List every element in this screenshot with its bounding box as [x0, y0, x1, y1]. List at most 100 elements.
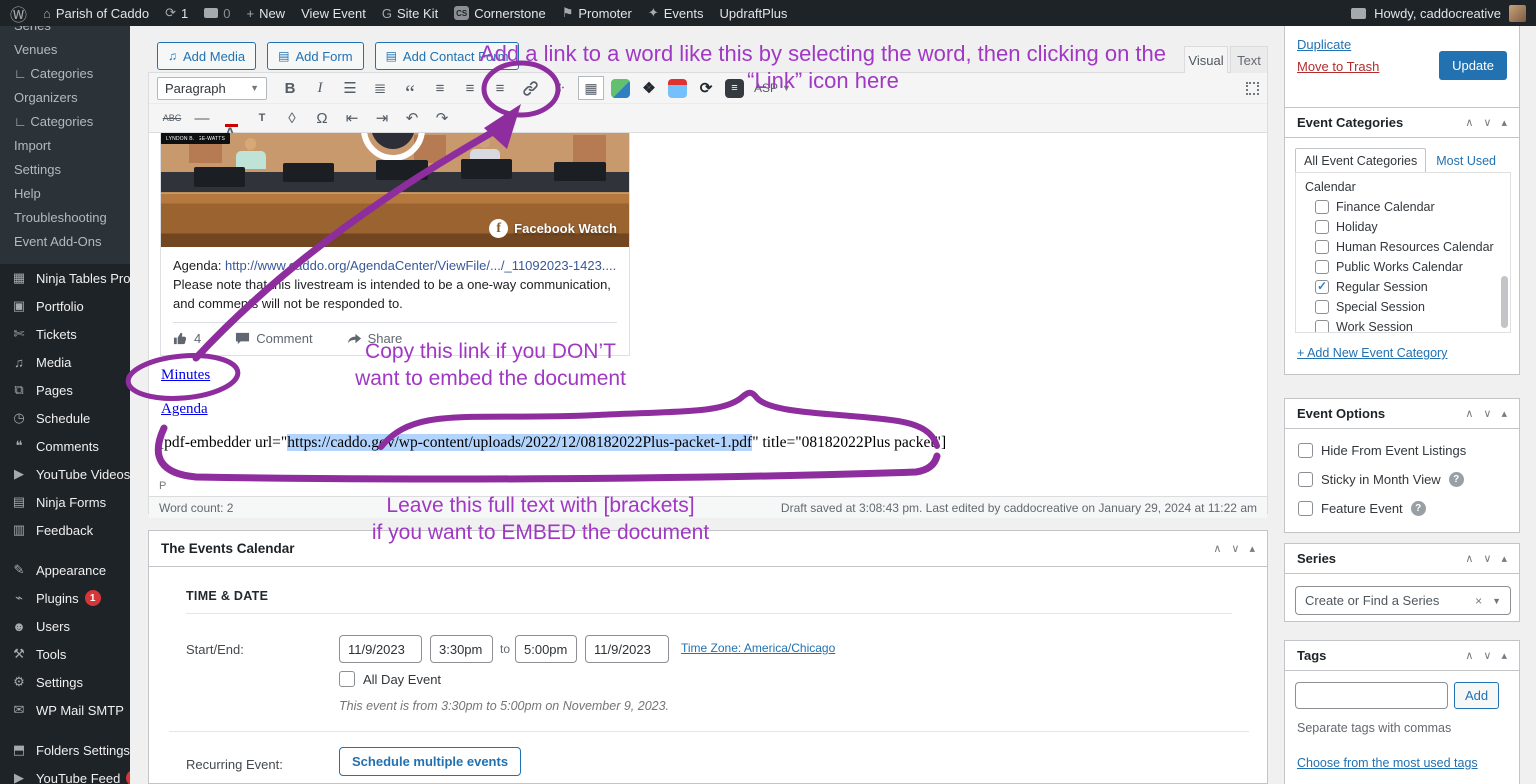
sidebar-item-settings[interactable]: ⚙ Settings [0, 668, 130, 696]
italic-icon[interactable]: I [305, 76, 335, 100]
tab-visual[interactable]: Visual [1184, 46, 1228, 73]
pdf-embedder-shortcode[interactable]: [pdf-embedder url="https://caddo.gov/wp-… [159, 434, 946, 452]
minutes-link[interactable]: Minutes [161, 367, 210, 384]
special-character-icon[interactable]: Ω [307, 106, 337, 130]
sidebar-item-wp-mail-smtp[interactable]: ✉ WP Mail SMTP [0, 696, 130, 724]
forms-plugin-icon[interactable]: ≡ [725, 79, 744, 98]
updates[interactable]: ⟳ 1 [165, 5, 188, 21]
add-new-category-link[interactable]: + Add New Event Category [1297, 346, 1447, 360]
category-item[interactable]: Special Session [1315, 300, 1510, 314]
bold-icon[interactable]: B [275, 76, 305, 100]
agenda-link[interactable]: Agenda [161, 401, 208, 418]
sidebar-item-tickets[interactable]: ✄ Tickets [0, 320, 130, 348]
duplicate-link[interactable]: Duplicate [1297, 37, 1379, 52]
end-date-input[interactable] [585, 635, 669, 663]
start-time-input[interactable] [430, 635, 493, 663]
bullet-list-icon[interactable]: ☰ [335, 76, 365, 100]
submenu-item[interactable]: Help [0, 182, 130, 206]
submenu-item[interactable]: Settings [0, 158, 130, 182]
move-to-trash-link[interactable]: Move to Trash [1297, 59, 1379, 74]
sidebar-item-media[interactable]: ♫ Media [0, 348, 130, 376]
keyboard-toolbar-icon[interactable]: ▦ [578, 76, 604, 100]
wp-logo-icon[interactable]: Ⓦ [10, 1, 27, 26]
clear-formatting-icon[interactable]: ◊ [277, 106, 307, 130]
text-color-icon[interactable]: A [217, 106, 247, 130]
like-button[interactable]: 4 [173, 331, 201, 346]
category-item[interactable]: Regular Session [1315, 280, 1510, 294]
redo-icon[interactable]: ↷ [427, 106, 457, 130]
event-option-row[interactable]: Feature Event ? [1298, 501, 1519, 516]
sidebar-item-pages[interactable]: ⧉ Pages [0, 376, 130, 404]
sidebar-item-appearance[interactable]: ✎ Appearance [0, 556, 130, 584]
asp-dropdown[interactable]: ASP ▼ [754, 81, 791, 95]
howdy-account[interactable]: Howdy, caddocreative [1374, 6, 1501, 21]
submenu-item[interactable]: Troubleshooting [0, 206, 130, 230]
category-checkbox[interactable] [1315, 260, 1329, 274]
align-center-icon[interactable]: ≡ [455, 76, 485, 100]
align-left-icon[interactable]: ≡ [425, 76, 455, 100]
move-down-icon[interactable]: ∨ [1483, 552, 1491, 565]
submenu-item[interactable]: Event Add-Ons [0, 230, 130, 254]
category-checkbox[interactable] [1315, 320, 1329, 333]
fullscreen-icon[interactable] [1246, 82, 1259, 95]
toggle-panel-icon[interactable]: ▴ [1249, 542, 1255, 555]
end-time-input[interactable] [515, 635, 577, 663]
update-button[interactable]: Update [1439, 51, 1507, 80]
outdent-icon[interactable]: ⇤ [337, 106, 367, 130]
strikethrough-icon[interactable]: ABC [157, 106, 187, 130]
sidebar-item-users[interactable]: ☻ Users [0, 612, 130, 640]
option-checkbox[interactable] [1298, 472, 1313, 487]
align-right-icon[interactable]: ≡ [485, 76, 515, 100]
submenu-item[interactable]: Organizers [0, 86, 130, 110]
blockquote-icon[interactable]: “ [395, 76, 425, 100]
layers-icon[interactable]: ❖ [634, 76, 664, 100]
help-icon[interactable]: ? [1411, 501, 1426, 516]
event-option-row[interactable]: Hide From Event Listings [1298, 443, 1519, 458]
event-option-row[interactable]: Sticky in Month View ? [1298, 472, 1519, 487]
toggle-panel-icon[interactable]: ▴ [1501, 407, 1507, 420]
help-icon[interactable]: ? [1449, 472, 1464, 487]
toggle-panel-icon[interactable]: ▴ [1501, 116, 1507, 129]
horizontal-rule-icon[interactable]: — [187, 106, 217, 130]
share-button[interactable]: Share [347, 331, 403, 346]
sidebar-item-tools[interactable]: ⚒ Tools [0, 640, 130, 668]
clear-icon[interactable]: × [1475, 594, 1482, 608]
timezone-link[interactable]: Time Zone: America/Chicago [681, 641, 835, 655]
submenu-item[interactable]: Series [0, 26, 130, 38]
most-used-tags-link[interactable]: Choose from the most used tags [1297, 756, 1478, 770]
site-name[interactable]: ⌂ Parish of Caddo [43, 6, 149, 21]
link-icon[interactable] [515, 76, 545, 100]
sync-icon[interactable]: ⟳ [691, 76, 721, 100]
add-form-button[interactable]: ▤ Add Form [267, 42, 363, 70]
new-content[interactable]: + New [246, 6, 285, 21]
paragraph-select[interactable]: Paragraph ▼ [157, 77, 267, 100]
agenda-url-link[interactable]: http://www.caddo.org/AgendaCenter/ViewFi… [225, 258, 616, 273]
submenu-item[interactable]: Import [0, 134, 130, 158]
sidebar-item-portfolio[interactable]: ▣ Portfolio [0, 292, 130, 320]
numbered-list-icon[interactable]: ≣ [365, 76, 395, 100]
more-tag-icon[interactable]: ⁘ [545, 76, 575, 100]
add-contact-form-button[interactable]: ▤ Add Contact Form [375, 42, 520, 70]
scrollbar-thumb[interactable] [1501, 276, 1508, 328]
editor-content[interactable]: JOHN ATKINSJOHN-PAUL YOUNGROY BURRELLSTO… [149, 133, 1267, 479]
site-kit[interactable]: G Site Kit [382, 6, 438, 21]
category-item[interactable]: Work Session [1315, 320, 1510, 333]
move-up-icon[interactable]: ∧ [1465, 116, 1473, 129]
category-item[interactable]: Holiday [1315, 220, 1510, 234]
move-up-icon[interactable]: ∧ [1213, 542, 1221, 555]
category-checkbox[interactable] [1315, 300, 1329, 314]
avatar[interactable] [1509, 5, 1526, 22]
element-path[interactable]: P [149, 479, 1267, 496]
comments-count[interactable]: 0 [204, 6, 230, 21]
view-event[interactable]: View Event [301, 6, 366, 21]
toggle-panel-icon[interactable]: ▴ [1501, 552, 1507, 565]
move-down-icon[interactable]: ∨ [1483, 116, 1491, 129]
series-select[interactable]: Create or Find a Series × ▼ [1295, 586, 1511, 615]
add-tag-button[interactable]: Add [1454, 682, 1499, 709]
toggle-panel-icon[interactable]: ▴ [1501, 649, 1507, 662]
submenu-item[interactable]: ∟ Categories [0, 62, 130, 86]
undo-icon[interactable]: ↶ [397, 106, 427, 130]
new-tag-input[interactable] [1295, 682, 1448, 709]
category-item[interactable]: Public Works Calendar [1315, 260, 1510, 274]
move-up-icon[interactable]: ∧ [1465, 552, 1473, 565]
